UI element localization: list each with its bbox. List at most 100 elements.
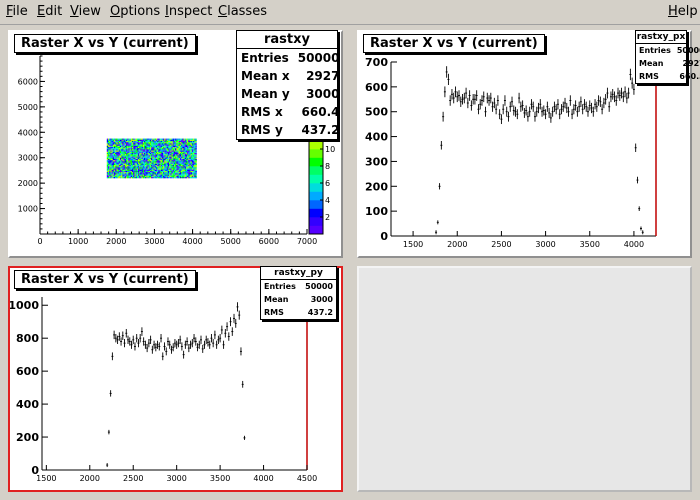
density-cell xyxy=(130,155,133,157)
menu-edit[interactable]: Edit xyxy=(37,4,62,19)
density-cell xyxy=(130,174,133,176)
density-cell xyxy=(118,175,121,178)
density-cell xyxy=(120,177,122,179)
density-cell xyxy=(171,168,173,170)
density-cell xyxy=(166,165,168,167)
density-cell xyxy=(194,172,196,174)
density-cell xyxy=(172,174,174,176)
density-cell xyxy=(120,147,122,149)
density-cell xyxy=(114,177,116,179)
x-tick-label: 3000 xyxy=(535,240,555,249)
density-cell xyxy=(170,147,172,149)
density-cell xyxy=(129,165,131,167)
density-cell xyxy=(124,159,127,161)
density-cell xyxy=(195,150,197,152)
density-cell xyxy=(190,168,192,170)
density-cell xyxy=(183,147,185,149)
density-cell xyxy=(126,142,128,144)
density-cell xyxy=(148,154,150,156)
density-cell xyxy=(133,163,135,166)
menu-inspect[interactable]: Inspect xyxy=(165,4,212,19)
pad-py[interactable]: 1500 2000 2500 3000 3500 4000 4500 0 200 400 600 80… xyxy=(8,266,343,492)
density-cell xyxy=(117,175,119,178)
data-point xyxy=(186,337,189,346)
data-point xyxy=(565,102,568,114)
density-cell xyxy=(152,141,154,143)
density-cell xyxy=(166,155,168,157)
density-cell xyxy=(133,143,135,145)
density-cell xyxy=(146,162,148,164)
density-cell xyxy=(181,166,183,168)
density-cell xyxy=(149,143,152,145)
density-cell xyxy=(148,159,150,161)
data-point xyxy=(493,97,496,109)
density-cell xyxy=(173,172,176,174)
density-cell xyxy=(159,177,161,179)
stats-box[interactable]: rastxy Entries 50000 Mean x 2927 Mean y 300… xyxy=(236,30,339,140)
stats-box[interactable]: rastxy_px Entries50000 Mean2927 RMS660.5 xyxy=(635,30,700,84)
density-cell xyxy=(142,175,145,178)
density-cell xyxy=(167,166,170,168)
menu-file[interactable]: File xyxy=(6,4,28,19)
density-cell xyxy=(171,171,173,173)
density-cell xyxy=(163,168,165,170)
density-cell xyxy=(163,156,165,158)
density-cell xyxy=(139,157,141,160)
pad-px[interactable]: 1500 2000 2500 3000 3500 4000 0 100 200 300 400 500… xyxy=(357,30,700,258)
density-cell xyxy=(154,157,156,160)
density-cell xyxy=(182,175,184,178)
density-cell xyxy=(165,142,167,144)
density-cell xyxy=(109,149,111,151)
density-cell xyxy=(161,173,164,175)
density-cell xyxy=(117,155,119,157)
stats-row: Entries50000 xyxy=(636,44,700,57)
density-cell xyxy=(110,168,112,170)
density-cell xyxy=(118,148,121,150)
data-point xyxy=(617,87,620,99)
density-cell xyxy=(154,166,156,168)
density-cell xyxy=(152,168,154,170)
menu-classes[interactable]: Classes xyxy=(218,4,267,19)
density-cell xyxy=(155,159,158,161)
density-cell xyxy=(165,161,167,163)
density-cell xyxy=(158,159,160,161)
density-cell xyxy=(127,169,129,172)
menu-help[interactable]: Help xyxy=(668,4,698,19)
density-cell xyxy=(127,138,129,140)
density-cell xyxy=(110,145,112,148)
density-cell xyxy=(181,147,183,149)
density-cell xyxy=(109,160,111,162)
density-cell xyxy=(115,147,117,149)
density-cell xyxy=(166,138,168,140)
density-cell xyxy=(176,142,178,144)
density-cell xyxy=(115,142,117,144)
density-cell xyxy=(183,169,185,172)
density-cell xyxy=(171,139,173,142)
density-cell xyxy=(173,173,176,175)
density-cell xyxy=(172,162,174,164)
density-cell xyxy=(111,142,113,144)
density-cell xyxy=(193,151,195,154)
density-cell xyxy=(128,167,130,169)
density-cell xyxy=(171,138,173,140)
pad-scatter[interactable]: 0 1000 2000 3000 4000 5000 6000 7000 1000 2000 300… xyxy=(8,30,343,258)
menu-view[interactable]: View xyxy=(70,4,101,19)
pad-empty[interactable] xyxy=(357,266,692,492)
data-point xyxy=(206,338,209,347)
density-cell xyxy=(164,154,166,156)
density-cell xyxy=(176,155,178,157)
density-cell xyxy=(148,163,150,166)
density-cell xyxy=(144,153,146,155)
density-cell xyxy=(126,168,128,170)
density-cell xyxy=(159,175,161,178)
density-cell xyxy=(139,156,141,158)
data-point xyxy=(613,91,616,103)
density-cell xyxy=(165,156,167,158)
density-cell xyxy=(122,157,124,160)
density-cell xyxy=(127,147,129,149)
density-cell xyxy=(123,172,125,174)
menu-options[interactable]: Options xyxy=(110,4,160,19)
stats-box[interactable]: rastxy_py Entries 50000 Mean 3000 RMS 437.2 xyxy=(260,266,337,320)
density-cell xyxy=(138,177,140,179)
density-cell xyxy=(152,177,154,179)
